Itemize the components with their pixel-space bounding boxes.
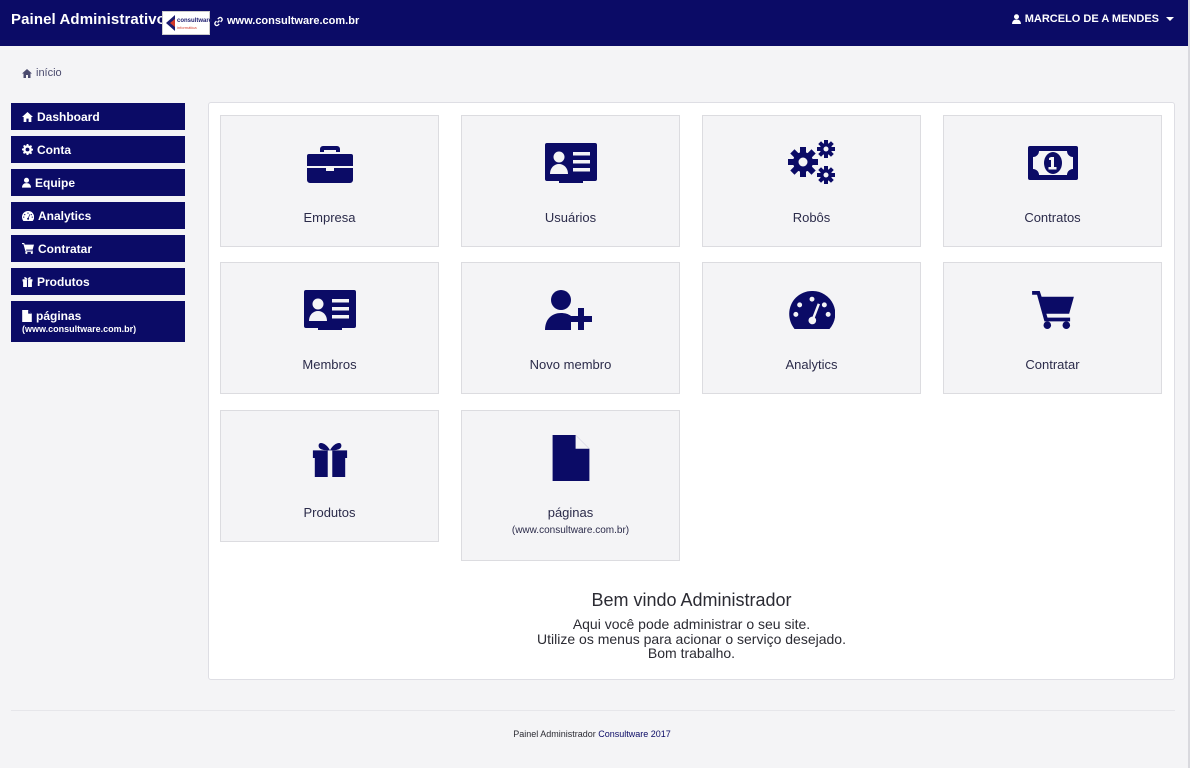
welcome-line-3: Bom trabalho. [647,645,736,661]
logo-text: consultware [177,18,213,24]
dashboard-icon [788,291,835,329]
tile-label: Membros [302,357,357,372]
cart-icon [22,243,34,254]
sidebar-item-label: Contratar [38,241,93,256]
breadcrumb: início [22,67,62,79]
tile-sublabel: (www.consultware.com.br) [511,525,630,536]
tile-analytics[interactable]: Analytics [702,262,921,394]
footer-text: Painel Administrador [513,729,596,739]
tile-novo-membro[interactable]: Novo membro [461,262,680,394]
breadcrumb-home[interactable]: início [36,67,62,79]
user-icon [22,177,31,188]
id-card-icon [544,143,597,183]
sidebar-item-label: Produtos [37,274,90,289]
tile-label: Contratar [1025,357,1080,372]
file-icon [22,310,32,322]
tile-paginas[interactable]: páginas (www.consultware.com.br) [461,410,680,561]
company-logo[interactable]: consultware informática [162,11,213,35]
cart-icon [1031,291,1074,329]
sidebar-item-label: Equipe [35,175,76,190]
welcome-title: Bem vindo Administrador [591,590,792,610]
sidebar-item-produtos[interactable]: Produtos [11,268,185,295]
tile-label: Robôs [792,210,831,225]
tile-membros[interactable]: Membros [220,262,439,394]
site-link[interactable]: www.consultware.com.br [213,15,359,27]
sidebar-item-label: Dashboard [37,109,100,124]
gift-icon [312,443,347,477]
tile-label: Empresa [303,210,356,225]
tile-produtos[interactable]: Produtos [220,410,439,542]
user-name: MARCELO DE A MENDES [1024,13,1159,25]
tile-label: Novo membro [529,357,612,372]
app-title[interactable]: Painel Administrativo [11,11,166,28]
home-icon [22,111,33,122]
tile-label: Usuários [544,210,597,225]
sidebar-item-label: páginas [36,309,82,323]
welcome-line-2: Utilize os menus para acionar o serviço … [537,630,846,647]
user-menu[interactable]: MARCELO DE A MENDES [1011,13,1174,25]
tile-usuarios[interactable]: Usuários [461,115,680,247]
tile-empresa[interactable]: Empresa [220,115,439,247]
sidebar-item-contratar[interactable]: Contratar [11,235,185,262]
footer-divider [11,710,1175,711]
tile-label: Analytics [785,357,838,372]
logo-subtext: informática [177,25,197,30]
site-link-text: www.consultware.com.br [227,15,360,27]
sidebar-item-dashboard[interactable]: Dashboard [11,103,185,130]
sidebar-item-paginas[interactable]: páginas (www.consultware.com.br) [11,301,185,342]
tile-contratar[interactable]: Contratar [943,262,1162,394]
gift-icon [22,277,33,287]
briefcase-icon [306,146,353,183]
gear-icon [22,144,33,155]
tile-label: páginas [547,505,594,520]
money-icon [1027,146,1078,180]
sidebar: Dashboard Conta Equipe Analytics Contrat… [11,103,185,348]
home-icon [22,68,32,78]
tile-robos[interactable]: Robôs [702,115,921,247]
chevron-down-icon [1166,17,1174,21]
link-icon [214,16,223,26]
sidebar-item-label: Conta [37,142,71,157]
sidebar-item-sublabel: (www.consultware.com.br) [22,324,137,334]
footer-brand-link[interactable]: Consultware 2017 [598,729,671,739]
dashboard-icon [22,210,34,221]
tile-label: Contratos [1024,210,1081,225]
gears-icon [787,140,835,184]
sidebar-item-conta[interactable]: Conta [11,136,185,163]
file-icon [552,435,589,481]
welcome-section: Bem vindo Administrador Aqui você pode a… [208,590,1175,661]
sidebar-item-analytics[interactable]: Analytics [11,202,185,229]
welcome-line-1: Aqui você pode administrar o seu site. [572,616,811,632]
footer: Painel Administrador Consultware 2017 [0,729,1184,739]
top-navbar: Painel Administrativo consultware inform… [0,0,1188,46]
id-card-icon [303,290,356,330]
tile-contratos[interactable]: Contratos [943,115,1162,247]
sidebar-item-equipe[interactable]: Equipe [11,169,185,196]
user-plus-icon [544,290,592,330]
logo-mark-accent [170,19,175,27]
sidebar-item-label: Analytics [38,208,92,223]
tile-label: Produtos [303,505,356,520]
user-icon [1011,14,1021,24]
